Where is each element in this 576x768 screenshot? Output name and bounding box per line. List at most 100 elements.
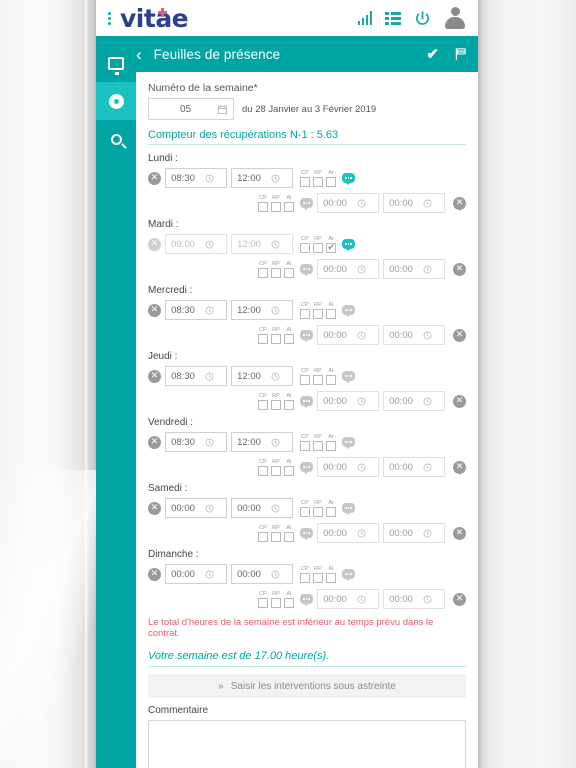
start-time-field[interactable]: 09:00 <box>165 234 227 254</box>
checkbox-rp[interactable] <box>271 399 281 410</box>
astreinte-button[interactable]: » Saisir les interventions sous astreint… <box>148 674 466 698</box>
clear-row-button[interactable]: ✕ <box>453 526 466 540</box>
checkbox-rp[interactable] <box>271 201 281 212</box>
confirm-icon[interactable]: ✔ <box>426 45 439 63</box>
end-time-field[interactable]: 12:00 <box>231 366 293 386</box>
end-time-field[interactable]: 00:00 <box>231 498 293 518</box>
end-time-field-secondary[interactable]: 00:00 <box>383 193 445 213</box>
checkbox-ai[interactable] <box>326 506 336 517</box>
checkbox-cp[interactable] <box>300 308 310 319</box>
comment-bubble-icon[interactable] <box>300 198 313 210</box>
checkbox-cp[interactable] <box>258 597 268 608</box>
sidebar-item-search[interactable] <box>96 120 136 158</box>
comment-bubble-icon[interactable] <box>342 437 355 449</box>
list-icon[interactable] <box>385 11 401 25</box>
comment-bubble-icon[interactable] <box>300 330 313 342</box>
clear-row-button[interactable]: ✕ <box>453 328 466 342</box>
checkbox-ai[interactable] <box>284 201 294 212</box>
checkbox-ai[interactable] <box>284 597 294 608</box>
comment-bubble-icon[interactable] <box>342 305 355 317</box>
checkbox-ai[interactable] <box>284 531 294 542</box>
checkbox-ai[interactable] <box>326 176 336 187</box>
start-time-field-secondary[interactable]: 00:00 <box>317 457 379 477</box>
checkbox-ai[interactable] <box>326 374 336 385</box>
start-time-field[interactable]: 08:30 <box>165 300 227 320</box>
checkbox-ai[interactable] <box>284 465 294 476</box>
checkbox-cp[interactable] <box>258 201 268 212</box>
checkbox-rp[interactable] <box>313 242 323 253</box>
start-time-field-secondary[interactable]: 00:00 <box>317 259 379 279</box>
checkbox-ai[interactable] <box>284 399 294 410</box>
checkbox-rp[interactable] <box>313 374 323 385</box>
end-time-field-secondary[interactable]: 00:00 <box>383 457 445 477</box>
comment-bubble-icon[interactable] <box>342 239 355 251</box>
clear-row-button[interactable]: ✕ <box>148 303 161 317</box>
start-time-field[interactable]: 00:00 <box>165 564 227 584</box>
signal-bars-icon[interactable] <box>357 11 372 25</box>
end-time-field[interactable]: 12:00 <box>231 432 293 452</box>
checkbox-rp[interactable] <box>271 267 281 278</box>
end-time-field[interactable]: 12:00 <box>231 300 293 320</box>
comment-bubble-icon[interactable] <box>342 173 355 185</box>
comment-bubble-icon[interactable] <box>300 462 313 474</box>
end-time-field[interactable]: 00:00 <box>231 564 293 584</box>
start-time-field[interactable]: 00:00 <box>165 498 227 518</box>
clear-row-button[interactable]: ✕ <box>148 171 161 185</box>
checkbox-rp[interactable] <box>313 440 323 451</box>
start-time-field-secondary[interactable]: 00:00 <box>317 325 379 345</box>
checkbox-cp[interactable] <box>300 176 310 187</box>
start-time-field-secondary[interactable]: 00:00 <box>317 523 379 543</box>
end-time-field-secondary[interactable]: 00:00 <box>383 589 445 609</box>
start-time-field[interactable]: 08:30 <box>165 366 227 386</box>
comment-bubble-icon[interactable] <box>300 396 313 408</box>
checkbox-cp[interactable] <box>258 333 268 344</box>
checkbox-rp[interactable] <box>313 506 323 517</box>
comment-bubble-icon[interactable] <box>300 594 313 606</box>
checkbox-cp[interactable] <box>300 506 310 517</box>
clear-row-button[interactable]: ✕ <box>453 196 466 210</box>
end-time-field-secondary[interactable]: 00:00 <box>383 523 445 543</box>
checkbox-cp[interactable] <box>258 267 268 278</box>
sidebar-item-add[interactable] <box>96 82 136 120</box>
comment-bubble-icon[interactable] <box>342 371 355 383</box>
checkbox-ai[interactable] <box>326 242 336 253</box>
sidebar-item-monitor[interactable] <box>96 44 136 82</box>
avatar-icon[interactable] <box>444 7 466 29</box>
checkbox-rp[interactable] <box>271 531 281 542</box>
checkbox-rp[interactable] <box>271 597 281 608</box>
back-button[interactable]: ‹ <box>136 46 142 63</box>
power-icon[interactable] <box>414 10 431 27</box>
checkbox-cp[interactable] <box>300 572 310 583</box>
checkbox-ai[interactable] <box>326 308 336 319</box>
end-time-field-secondary[interactable]: 00:00 <box>383 259 445 279</box>
start-time-field-secondary[interactable]: 00:00 <box>317 391 379 411</box>
clear-row-button[interactable]: ✕ <box>148 567 161 581</box>
comment-bubble-icon[interactable] <box>300 528 313 540</box>
checkbox-ai[interactable] <box>326 572 336 583</box>
clear-row-button[interactable]: ✕ <box>453 460 466 474</box>
flag-icon[interactable] <box>453 47 468 61</box>
checkbox-cp[interactable] <box>258 465 268 476</box>
clear-row-button[interactable]: ✕ <box>453 592 466 606</box>
checkbox-rp[interactable] <box>313 572 323 583</box>
end-time-field[interactable]: 12:00 <box>231 168 293 188</box>
checkbox-ai[interactable] <box>326 440 336 451</box>
start-time-field-secondary[interactable]: 00:00 <box>317 589 379 609</box>
start-time-field[interactable]: 08:30 <box>165 168 227 188</box>
checkbox-ai[interactable] <box>284 333 294 344</box>
comment-bubble-icon[interactable] <box>342 569 355 581</box>
start-time-field-secondary[interactable]: 00:00 <box>317 193 379 213</box>
checkbox-cp[interactable] <box>258 531 268 542</box>
checkbox-ai[interactable] <box>284 267 294 278</box>
checkbox-cp[interactable] <box>258 399 268 410</box>
clear-row-button[interactable]: ✕ <box>453 394 466 408</box>
checkbox-rp[interactable] <box>271 465 281 476</box>
kebab-menu-icon[interactable] <box>102 11 116 25</box>
clear-row-button[interactable]: ✕ <box>148 435 161 449</box>
calendar-icon[interactable] <box>217 104 228 115</box>
clear-row-button[interactable]: ✕ <box>148 501 161 515</box>
checkbox-rp[interactable] <box>313 176 323 187</box>
checkbox-rp[interactable] <box>271 333 281 344</box>
end-time-field-secondary[interactable]: 00:00 <box>383 391 445 411</box>
clear-row-button[interactable]: ✕ <box>148 237 161 251</box>
